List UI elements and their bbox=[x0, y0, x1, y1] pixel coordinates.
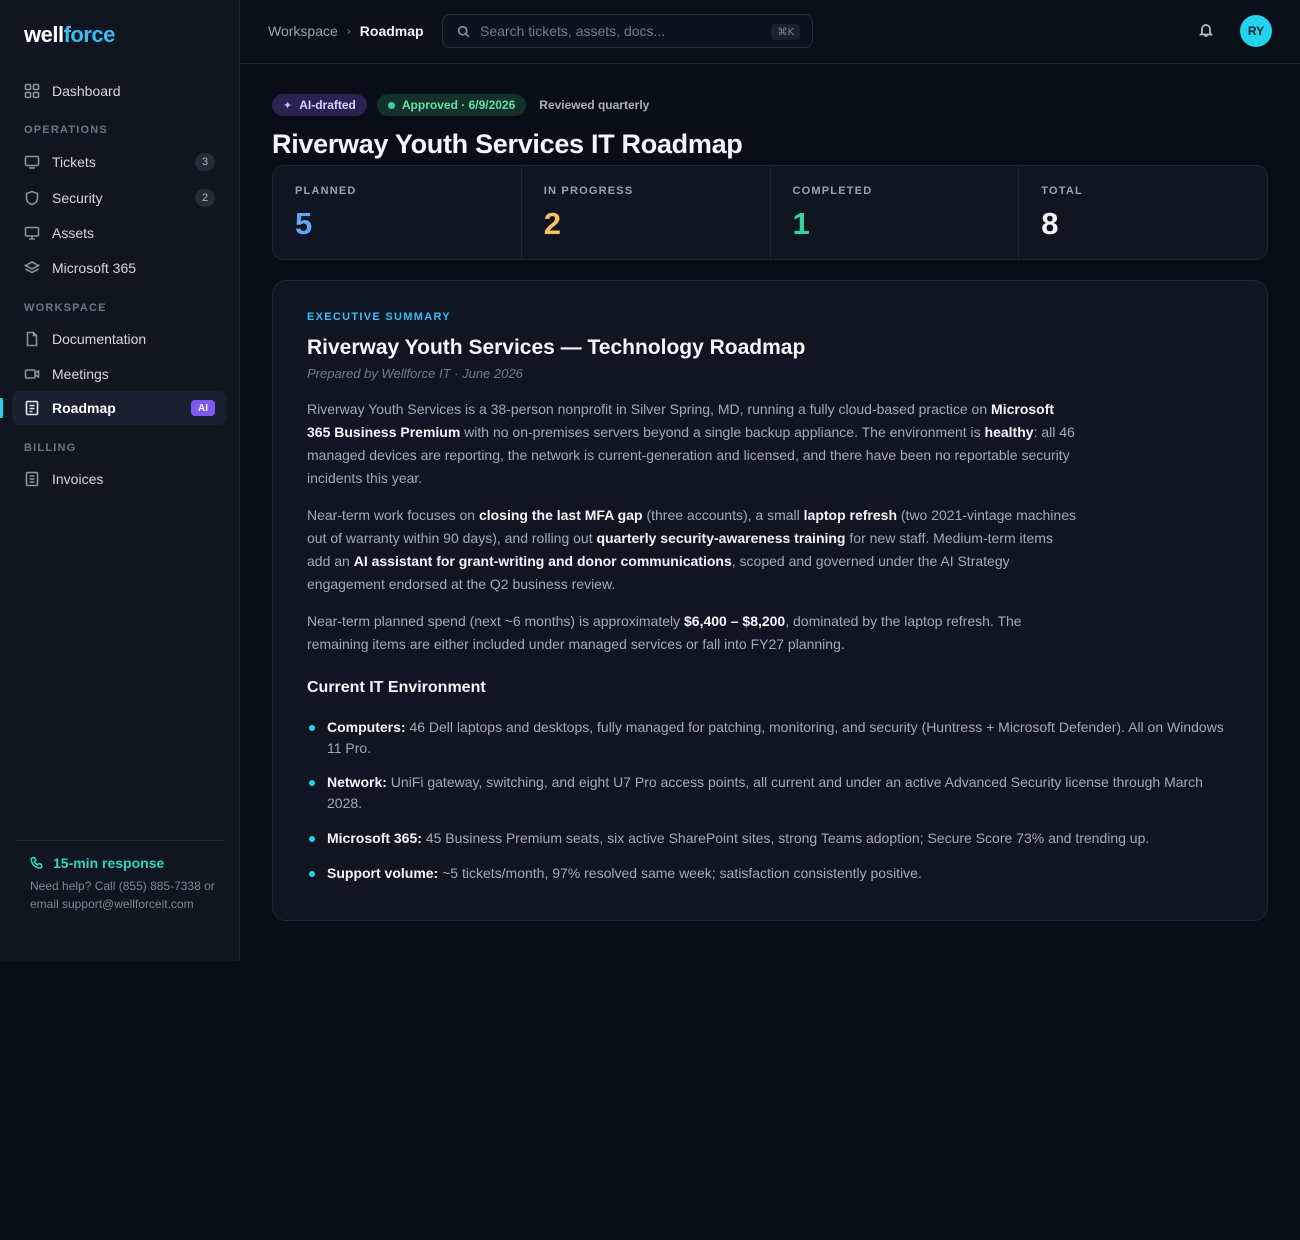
sidebar-item-roadmap[interactable]: Roadmap AI bbox=[12, 391, 227, 425]
breadcrumb-current: Roadmap bbox=[359, 23, 424, 39]
sparkle-icon: ✦ bbox=[283, 99, 293, 112]
sidebar-item-label: Tickets bbox=[52, 154, 96, 170]
notifications-button[interactable] bbox=[1198, 22, 1216, 40]
ai-drafted-label: AI-drafted bbox=[299, 98, 356, 112]
section-label-workspace: WORKSPACE bbox=[24, 302, 107, 314]
breadcrumb-workspace[interactable]: Workspace bbox=[268, 23, 338, 39]
stat-completed: COMPLETED 1 bbox=[771, 166, 1020, 259]
section-label-operations: OPERATIONS bbox=[24, 124, 108, 136]
user-avatar[interactable]: RY bbox=[1240, 15, 1272, 47]
logo-text-part2: force bbox=[63, 22, 116, 47]
list-item: Network: UniFi gateway, switching, and e… bbox=[307, 772, 1237, 814]
shield-icon bbox=[24, 190, 40, 206]
sidebar-item-tickets[interactable]: Tickets 3 bbox=[12, 145, 227, 179]
stat-value: 1 bbox=[792, 206, 810, 241]
review-cadence-label: Reviewed quarterly bbox=[539, 98, 650, 112]
help-title: 15-min response bbox=[30, 855, 164, 871]
ai-drafted-badge: ✦ AI-drafted bbox=[272, 94, 367, 116]
list-item: Support volume: ~5 tickets/month, 97% re… bbox=[307, 863, 1237, 884]
divider bbox=[16, 840, 224, 841]
stats-panel: PLANNED 5 IN PROGRESS 2 COMPLETED 1 TOTA… bbox=[272, 165, 1268, 260]
monitor-icon bbox=[24, 225, 40, 241]
sidebar-item-security[interactable]: Security 2 bbox=[12, 181, 227, 215]
sidebar: wellforce Dashboard OPERATIONS Tickets 3… bbox=[0, 0, 240, 961]
summary-title: Riverway Youth Services — Technology Roa… bbox=[307, 336, 806, 359]
layers-icon bbox=[24, 260, 40, 276]
summary-byline: Prepared by Wellforce IT · June 2026 bbox=[307, 366, 523, 381]
sidebar-item-label: Dashboard bbox=[52, 83, 121, 99]
executive-summary-card: EXECUTIVE SUMMARY Riverway Youth Service… bbox=[272, 280, 1268, 921]
summary-paragraph-2: Near-term work focuses on closing the la… bbox=[307, 507, 1076, 592]
video-icon bbox=[24, 366, 40, 382]
sidebar-item-assets[interactable]: Assets bbox=[12, 216, 227, 250]
status-badges: ✦ AI-drafted Approved · 6/9/2026 Reviewed… bbox=[272, 94, 649, 116]
sidebar-item-label: Security bbox=[52, 190, 103, 206]
sidebar-item-label: Invoices bbox=[52, 471, 104, 487]
search-box[interactable]: ⌘K bbox=[442, 14, 813, 48]
phone-icon bbox=[30, 856, 43, 869]
stat-label: COMPLETED bbox=[792, 185, 873, 197]
logo-text-part1: well bbox=[24, 22, 64, 47]
approved-label: Approved · 6/9/2026 bbox=[401, 98, 516, 112]
bullet-dot-icon bbox=[309, 780, 315, 786]
sidebar-item-microsoft-365[interactable]: Microsoft 365 bbox=[12, 251, 227, 285]
wellforce-logo[interactable]: wellforce bbox=[24, 22, 115, 48]
sidebar-item-dashboard[interactable]: Dashboard bbox=[12, 74, 227, 108]
stat-planned: PLANNED 5 bbox=[273, 166, 522, 259]
search-input[interactable] bbox=[480, 23, 750, 39]
active-indicator bbox=[0, 398, 3, 418]
approved-badge: Approved · 6/9/2026 bbox=[376, 94, 527, 116]
receipt-icon bbox=[24, 471, 40, 487]
bullet-dot-icon bbox=[309, 725, 315, 731]
stat-in-progress: IN PROGRESS 2 bbox=[522, 166, 771, 259]
stat-value: 8 bbox=[1041, 206, 1059, 241]
section-eyebrow: EXECUTIVE SUMMARY bbox=[307, 311, 451, 323]
bell-icon bbox=[1199, 24, 1213, 37]
keyboard-shortcut-hint: ⌘K bbox=[771, 24, 800, 40]
search-icon bbox=[457, 25, 470, 37]
breadcrumb-separator: › bbox=[346, 24, 351, 38]
file-icon bbox=[24, 331, 40, 347]
inbox-icon bbox=[24, 154, 40, 170]
sidebar-item-label: Meetings bbox=[52, 366, 109, 382]
security-count-badge: 2 bbox=[195, 189, 215, 207]
document-text-icon bbox=[24, 400, 40, 416]
summary-paragraph-1: Riverway Youth Services is a 38-person n… bbox=[307, 401, 1075, 486]
help-title-text: 15-min response bbox=[53, 855, 165, 871]
sidebar-item-label: Roadmap bbox=[52, 400, 116, 416]
environment-heading: Current IT Environment bbox=[307, 679, 486, 696]
list-item: Microsoft 365: 45 Business Premium seats… bbox=[307, 828, 1237, 849]
status-dot-icon bbox=[387, 101, 395, 109]
page-title: Riverway Youth Services IT Roadmap bbox=[272, 129, 743, 159]
stat-label: TOTAL bbox=[1041, 185, 1083, 197]
stat-value: 5 bbox=[295, 206, 313, 241]
section-label-billing: BILLING bbox=[24, 442, 77, 454]
bullet-dot-icon bbox=[309, 836, 315, 842]
tickets-count-badge: 3 bbox=[195, 153, 215, 171]
stat-total: TOTAL 8 bbox=[1019, 166, 1267, 259]
breadcrumb: Workspace › Roadmap bbox=[268, 23, 424, 39]
ai-badge: AI bbox=[191, 400, 215, 416]
sidebar-item-label: Microsoft 365 bbox=[52, 260, 137, 276]
list-item: Computers: 46 Dell laptops and desktops,… bbox=[307, 717, 1237, 759]
sidebar-item-documentation[interactable]: Documentation bbox=[12, 322, 227, 356]
sidebar-item-label: Assets bbox=[52, 225, 95, 241]
sidebar-item-invoices[interactable]: Invoices bbox=[12, 462, 227, 496]
stat-label: PLANNED bbox=[295, 185, 357, 197]
stat-label: IN PROGRESS bbox=[543, 185, 634, 197]
grid-icon bbox=[24, 83, 40, 99]
sidebar-item-meetings[interactable]: Meetings bbox=[12, 357, 227, 391]
topbar: Workspace › Roadmap ⌘K RY bbox=[240, 0, 1300, 64]
help-contact-text: Need help? Call (855) 885-7338 or email … bbox=[30, 879, 215, 911]
sidebar-item-label: Documentation bbox=[52, 331, 147, 347]
bullet-dot-icon bbox=[309, 871, 315, 877]
summary-paragraph-3: Near-term planned spend (next ~6 months)… bbox=[307, 613, 1022, 652]
stat-value: 2 bbox=[543, 206, 561, 241]
